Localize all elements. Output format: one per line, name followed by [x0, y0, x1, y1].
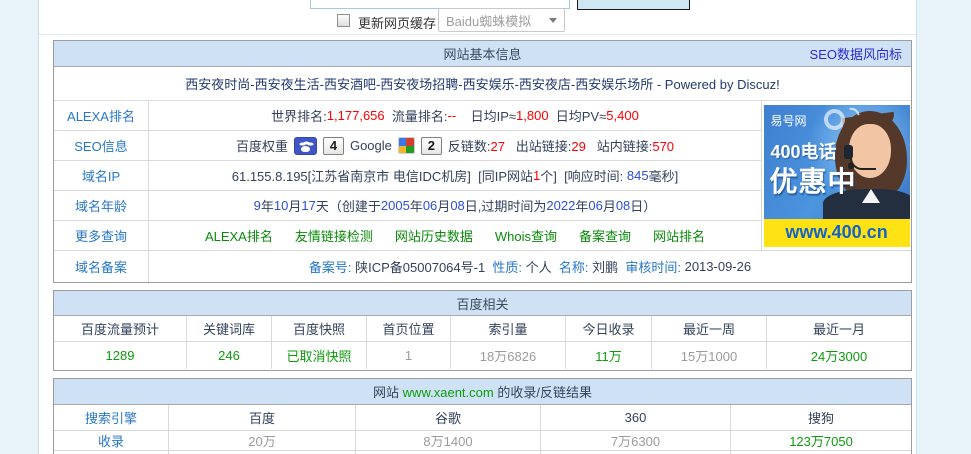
- seo-info-label: SEO信息: [54, 131, 149, 161]
- update-cache-checkbox[interactable]: [337, 14, 350, 27]
- col-search-engine: 搜索引擎: [54, 405, 169, 431]
- google-label: Google: [349, 138, 392, 153]
- seo-tool-page: 更新网页缓存 Baidu蜘蛛模拟 网站基本信息 SEO数据风向标 西安夜时尚-西…: [0, 0, 971, 454]
- baidu-paw-icon: [293, 136, 317, 155]
- result-panel-header: 网站 www.xaent.com 的收录/反链结果: [54, 379, 911, 405]
- link-site-rank[interactable]: 网站排名: [653, 226, 705, 245]
- last-month-value: 24万3000: [810, 349, 868, 364]
- baidu-traffic-value: 1289: [54, 342, 187, 369]
- google-pr-value: 2: [420, 136, 442, 155]
- baidu-value-row: 1289 246 已取消快照 1 18万6826 11万 15万1000 24万…: [54, 342, 911, 369]
- link-whois[interactable]: Whois查询: [495, 226, 557, 245]
- ad-cell: 易号网 400电话 优惠中 www.400.cn: [762, 101, 911, 251]
- result-panel-title: 网站 www.xaent.com 的收录/反链结果: [373, 385, 592, 400]
- col-360: 360: [541, 405, 731, 431]
- basic-info-header: 网站基本信息 SEO数据风向标: [54, 41, 911, 67]
- basic-info-title: 网站基本信息: [443, 47, 522, 62]
- basic-info-panel: 网站基本信息 SEO数据风向标 西安夜时尚-西安夜生活-西安酒吧-西安夜场招聘-…: [53, 40, 912, 283]
- 360-collected-value: 7万6300: [541, 431, 731, 451]
- ad-url-bar: www.400.cn: [763, 218, 910, 247]
- link-alexa-rank[interactable]: ALEXA排名: [205, 226, 273, 245]
- seo-info-value: 百度权重 4 Google 2 反链数:27 出站链接:29 站内链接:570: [149, 131, 762, 161]
- baidu-weight-label: 百度权重: [235, 139, 288, 154]
- more-queries-links: ALEXA排名 友情链接检测 网站历史数据 Whois查询 备案查询 网站排名: [149, 221, 762, 251]
- home-position-value: 1: [367, 342, 451, 369]
- sogou-collected-value: 123万7050: [731, 431, 911, 451]
- seo-link-counts: 反链数:27 出站链接:29 站内链接:570: [447, 139, 675, 154]
- ad-logo-icon: [823, 108, 845, 130]
- baidu-weight-value: 4: [322, 136, 344, 155]
- beian-value: 备案号: 陕ICP备05007064号-1 性质: 个人 名称: 刘鹏 审核时间…: [308, 259, 752, 275]
- collected-row-label: 收录: [54, 431, 169, 451]
- col-index-volume: 索引量: [451, 316, 566, 342]
- google-icon: [397, 137, 415, 154]
- alexa-rank-value: 世界排名: 1,177,656 流量排名: -- 日均IP≈ 1,800 日均PV≈ 5…: [149, 101, 762, 131]
- link-friend-link-check[interactable]: 友情链接检测: [295, 226, 373, 245]
- baidu-panel: 百度相关 百度流量预计 关键词库 百度快照 首页位置 索引量 今日收录 最近一周…: [53, 290, 912, 371]
- alexa-rank-label: ALEXA排名: [54, 101, 149, 131]
- update-cache-label: 更新网页缓存: [358, 16, 437, 31]
- col-today-collected: 今日收录: [566, 316, 652, 342]
- last-week-value: 15万1000: [652, 342, 767, 369]
- result-partial-row: [54, 450, 911, 454]
- domain-ip-value: 61.155.8.195[江苏省南京市 电信IDC机房] [同IP网站 1 个] […: [149, 161, 762, 191]
- result-panel: 网站 www.xaent.com 的收录/反链结果 搜索引擎 百度 谷歌 360…: [53, 378, 912, 454]
- more-queries-label: 更多查询: [54, 221, 149, 251]
- seo-data-trend-link[interactable]: SEO数据风向标: [810, 41, 902, 66]
- baidu-panel-header: 百度相关: [54, 291, 911, 316]
- col-sogou: 搜狗: [731, 405, 911, 431]
- baidu-panel-title: 百度相关: [456, 296, 509, 312]
- google-collected-value: 8万1400: [356, 431, 541, 451]
- col-last-week: 最近一周: [652, 316, 767, 342]
- basic-info-table: ALEXA排名 世界排名: 1,177,656 流量排名: -- 日均IP≈ 1,80…: [54, 101, 911, 282]
- chevron-down-icon: [549, 17, 557, 23]
- domain-age-label: 域名年龄: [54, 191, 149, 221]
- ad-banner[interactable]: 易号网 400电话 优惠中 www.400.cn: [763, 104, 910, 247]
- site-title-line: 西安夜时尚-西安夜生活-西安酒吧-西安夜场招聘-西安娱乐-西安夜店-西安娱乐场所…: [54, 67, 911, 101]
- col-baidu-snapshot: 百度快照: [272, 316, 367, 342]
- ad-brand: 易号网: [770, 113, 807, 128]
- ad-headline-2: 优惠中: [769, 165, 857, 197]
- query-button[interactable]: [577, 0, 690, 10]
- col-last-month: 最近一月: [767, 316, 911, 342]
- link-beian-query[interactable]: 备案查询: [579, 226, 631, 245]
- top-divider: [39, 34, 916, 35]
- today-collected-value: 11万: [566, 342, 652, 369]
- col-keyword-lib: 关键词库: [187, 316, 272, 342]
- link-site-history[interactable]: 网站历史数据: [395, 226, 473, 245]
- beian-label: 域名备案: [54, 251, 149, 282]
- index-volume-value: 18万6826: [451, 342, 566, 369]
- col-baidu: 百度: [169, 405, 356, 431]
- col-google: 谷歌: [356, 405, 541, 431]
- col-home-position: 首页位置: [367, 316, 451, 342]
- spider-mode-value: Baidu蜘蛛模拟: [446, 13, 532, 29]
- baidu-snapshot-value: 已取消快照: [272, 342, 367, 369]
- result-value-row: 收录 20万 8万1400 7万6300 123万7050: [54, 431, 911, 451]
- baidu-header-row: 百度流量预计 关键词库 百度快照 首页位置 索引量 今日收录 最近一周 最近一月: [54, 316, 911, 342]
- col-baidu-traffic: 百度流量预计: [54, 316, 187, 342]
- domain-ip-label: 域名IP: [54, 161, 149, 191]
- domain-age-value: 9 年 10 月 17 天（创建于 2005 年 06 月 08 日,过期时间为 2022 年 06 月 08 日…: [149, 191, 762, 221]
- keyword-lib-value: 246: [187, 342, 272, 369]
- result-header-row: 搜索引擎 百度 谷歌 360 搜狗: [54, 405, 911, 431]
- spider-mode-select[interactable]: Baidu蜘蛛模拟: [438, 8, 565, 32]
- ad-url: www.400.cn: [785, 222, 888, 242]
- baidu-collected-value: 20万: [169, 431, 356, 451]
